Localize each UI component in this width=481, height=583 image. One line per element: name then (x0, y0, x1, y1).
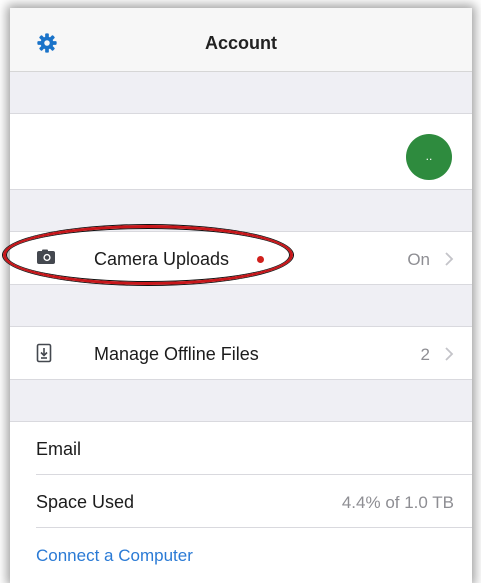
profile-row[interactable]: .. (10, 113, 472, 190)
email-label: Email (36, 439, 82, 459)
chevron-right-icon (445, 347, 454, 361)
navigation-bar: Account (10, 8, 472, 72)
page-title: Account (205, 33, 277, 53)
chevron-right-icon (445, 252, 454, 266)
manage-offline-files-label: Manage Offline Files (94, 344, 259, 364)
space-used-value: 4.4% of 1.0 TB (341, 493, 454, 512)
manage-offline-files-row[interactable]: Manage Offline Files 2 (10, 326, 472, 380)
camera-uploads-row[interactable]: Camera Uploads On (10, 231, 472, 285)
account-screen: Account .. Camera Uploads On Manage Offl… (10, 8, 472, 583)
avatar[interactable]: .. (406, 134, 452, 180)
offline-files-count: 2 (420, 345, 430, 364)
camera-icon (37, 249, 55, 264)
connect-computer-link[interactable]: Connect a Computer (36, 546, 193, 566)
section-gap (10, 190, 472, 232)
section-gap (10, 72, 472, 114)
connect-computer-row[interactable]: Connect a Computer (10, 528, 472, 581)
download-file-icon (36, 343, 52, 363)
space-used-row[interactable]: Space Used 4.4% of 1.0 TB (10, 475, 472, 528)
email-row[interactable]: Email (10, 422, 472, 475)
section-gap (10, 380, 472, 422)
camera-uploads-label: Camera Uploads (94, 249, 230, 269)
camera-uploads-status: On (407, 250, 430, 269)
status-dot (257, 256, 264, 263)
section-gap (10, 285, 472, 327)
space-used-label: Space Used (36, 492, 135, 512)
